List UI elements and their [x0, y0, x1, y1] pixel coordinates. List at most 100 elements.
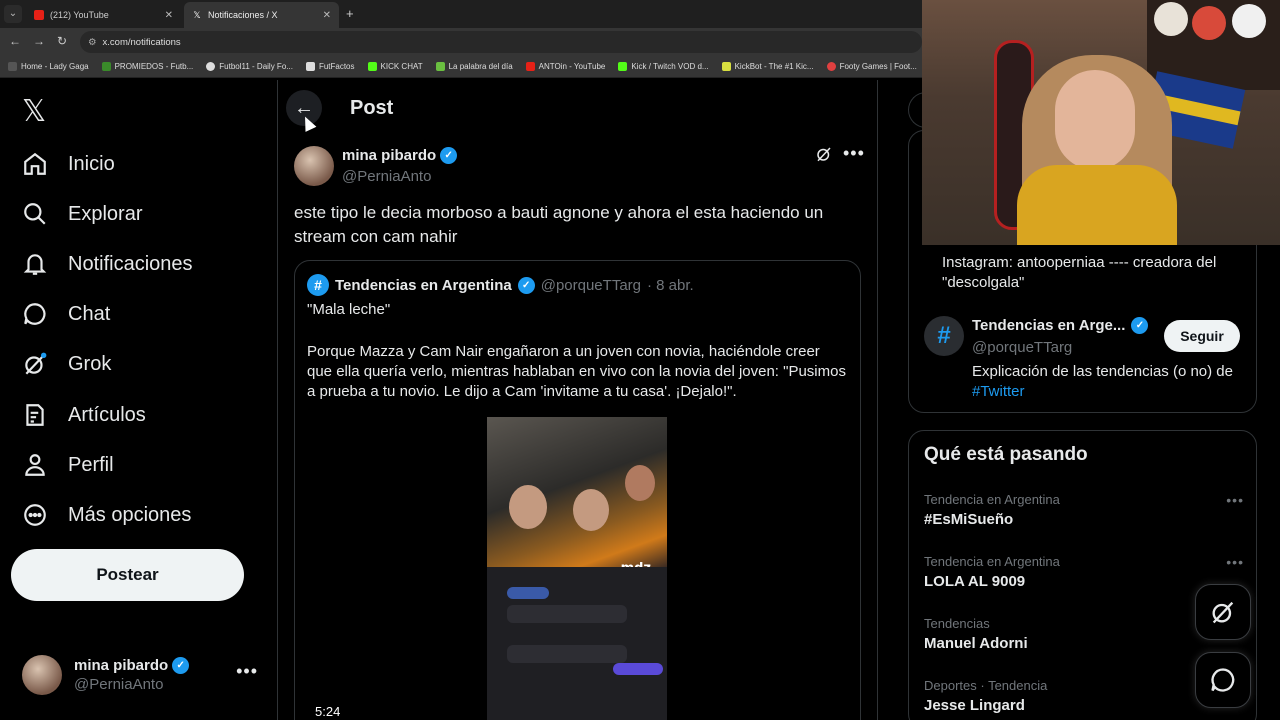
account-name: mina pibardo	[74, 657, 169, 674]
bookmark[interactable]: Home - Lady Gaga	[8, 62, 89, 71]
more-dots-icon[interactable]: •••	[236, 661, 258, 682]
follow-button[interactable]: Seguir	[1164, 320, 1240, 352]
author-handle[interactable]: @PerniaAnto	[342, 168, 431, 185]
verified-badge-icon: ✓	[172, 657, 190, 674]
bookmark-icon	[618, 62, 628, 71]
more-circle-icon	[24, 504, 46, 526]
more-dots-icon[interactable]: •••	[1226, 492, 1244, 508]
page-title: Post	[350, 97, 394, 119]
nav-item-home[interactable]: Inicio	[22, 144, 115, 184]
bookmark[interactable]: FutFactos	[305, 62, 355, 71]
bookmark-icon	[435, 62, 445, 71]
new-tab-button[interactable]: +	[346, 6, 354, 21]
nav-item-grok[interactable]: Grok	[22, 344, 111, 384]
author-name[interactable]: mina pibardo	[342, 147, 436, 164]
video-chat-screenshot	[487, 567, 667, 720]
nav-item-profile[interactable]: Perfil	[22, 445, 114, 485]
hashtag-link[interactable]: #Twitter	[972, 383, 1025, 400]
bookmark-label: Footy Games | Foot...	[839, 62, 917, 71]
chat-bubble	[507, 645, 627, 663]
nav-item-chat[interactable]: Chat	[22, 294, 110, 334]
more-dots-icon[interactable]: •••	[1226, 554, 1244, 570]
trend-item[interactable]: Tendencia en Argentina LOLA AL 9009 •••	[924, 554, 1244, 590]
post-text: este tipo le decia morboso a bauti agnon…	[294, 203, 824, 246]
bookmark[interactable]: Futbol11 - Daily Fo...	[206, 62, 293, 71]
post-button[interactable]: Postear	[11, 549, 244, 601]
x-logo-icon: 𝕏	[193, 10, 201, 20]
nav-item-articles[interactable]: Artículos	[22, 395, 146, 435]
nav-item-notifications[interactable]: Notificaciones	[22, 244, 193, 284]
bookmark[interactable]: La palabra del día	[435, 62, 513, 71]
bookmark-label: La palabra del día	[448, 62, 513, 71]
tab-youtube[interactable]: (212) YouTube ✕	[26, 2, 181, 28]
suggested-account-name[interactable]: Tendencias en Arge...	[972, 317, 1125, 334]
youtube-icon	[34, 10, 44, 20]
whats-happening-title: Qué está pasando	[924, 444, 1088, 465]
left-navigation: 𝕏 Inicio Explorar Notificaciones Chat Gr…	[0, 80, 278, 720]
more-dots-icon[interactable]: •••	[843, 143, 865, 164]
webcam-ball	[1154, 2, 1188, 36]
video-duration: 5:24	[315, 704, 341, 719]
bookmark[interactable]: Kick / Twitch VOD d...	[618, 62, 709, 71]
tab-x-notifications[interactable]: 𝕏 Notificaciones / X ✕	[184, 2, 339, 28]
bookmark-label: Futbol11 - Daily Fo...	[219, 62, 293, 71]
nav-item-more[interactable]: Más opciones	[22, 495, 191, 535]
webcam-person-shirt	[1017, 165, 1177, 245]
webcam-ball	[1192, 6, 1226, 40]
close-tab-icon[interactable]: ✕	[323, 10, 331, 21]
trend-item[interactable]: Tendencia en Argentina #EsMiSueño •••	[924, 492, 1244, 528]
quote-author-handle: @porqueTTarg	[540, 276, 641, 294]
nav-label: Perfil	[68, 453, 114, 476]
verified-badge-icon: ✓	[517, 276, 535, 294]
site-info-icon[interactable]: ⚙	[88, 37, 97, 48]
video-player[interactable]: mdz	[487, 417, 667, 720]
person-icon	[25, 454, 45, 476]
nav-label: Chat	[68, 302, 111, 325]
bookmark[interactable]: PROMIEDOS - Futb...	[101, 62, 194, 71]
bio-text: Explicación de las tendencias (o no) de	[972, 363, 1233, 380]
video-thumbnail	[487, 417, 667, 567]
grok-icon	[1212, 601, 1234, 624]
avatar	[22, 655, 62, 695]
quote-date: · 8 abr.	[647, 276, 694, 294]
chat-icon	[24, 303, 46, 325]
bell-icon	[23, 254, 47, 275]
suggested-account-handle: @porqueTTarg	[972, 339, 1073, 356]
x-logo-icon[interactable]: 𝕏	[22, 94, 46, 129]
video-person	[573, 489, 609, 531]
messages-floating-button[interactable]	[1195, 652, 1251, 708]
bookmark-icon	[367, 62, 377, 71]
tab-search-button[interactable]: ⌄	[4, 5, 22, 23]
bookmark-label: FutFactos	[318, 62, 355, 71]
bookmark-label: PROMIEDOS - Futb...	[114, 62, 194, 71]
quoted-post[interactable]: # Tendencias en Argentina ✓ @porqueTTarg…	[294, 260, 861, 720]
webcam-overlay	[922, 0, 1280, 245]
nav-item-explore[interactable]: Explorar	[22, 194, 142, 234]
bookmark[interactable]: KickBot - The #1 Kic...	[721, 62, 814, 71]
bookmark[interactable]: KICK CHAT	[367, 62, 423, 71]
chat-bubble	[613, 663, 663, 675]
grok-floating-button[interactable]	[1195, 584, 1251, 640]
author-avatar[interactable]	[294, 146, 334, 186]
chat-bubble	[507, 605, 627, 623]
bookmark[interactable]: ANTOin - YouTube	[525, 62, 605, 71]
hashtag-avatar-icon[interactable]: #	[924, 316, 964, 356]
close-tab-icon[interactable]: ✕	[165, 10, 173, 21]
bookmark-icon	[525, 62, 535, 71]
address-bar[interactable]: ⚙ x.com/notifications	[80, 31, 922, 53]
chat-icon	[1211, 668, 1235, 692]
account-switcher[interactable]: mina pibardo ✓ @PerniaAnto •••	[22, 653, 262, 697]
search-icon	[24, 203, 46, 225]
bookmark-icon	[826, 62, 836, 71]
bookmark-icon	[206, 62, 216, 71]
bookmark-icon	[101, 62, 111, 71]
forward-arrow-icon[interactable]: →	[33, 34, 45, 48]
bookmark-label: KICK CHAT	[380, 62, 423, 71]
back-arrow-icon[interactable]: ←	[9, 34, 21, 48]
reload-icon[interactable]: ↻	[57, 34, 67, 48]
nav-label: Grok	[68, 352, 112, 375]
grok-explain-icon[interactable]	[815, 145, 833, 168]
video-person	[625, 465, 655, 501]
bookmark[interactable]: Footy Games | Foot...	[826, 62, 917, 71]
nav-label: Notificaciones	[68, 252, 193, 275]
